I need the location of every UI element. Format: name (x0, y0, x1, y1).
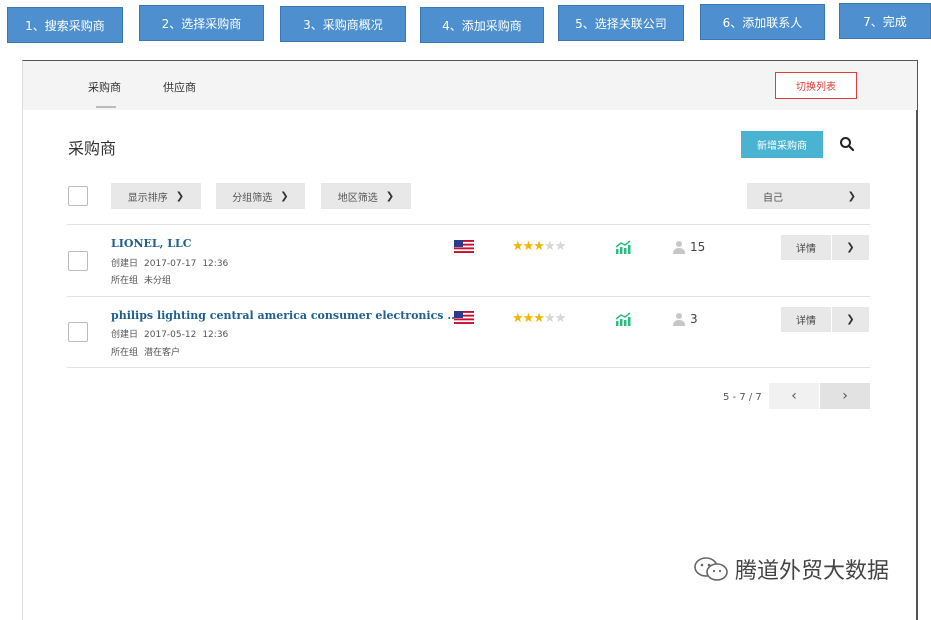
owner-dropdown[interactable]: 自己 ❯ (747, 183, 870, 209)
tab-suppliers[interactable]: 供应商 (163, 79, 196, 95)
owner-dropdown-label: 自己 (763, 192, 783, 204)
next-page-button[interactable]: › (820, 383, 870, 409)
contact-person-icon (673, 241, 685, 254)
contact-count: 3 (690, 312, 698, 326)
chevron-down-icon: ❯ (385, 190, 395, 202)
divider (67, 296, 870, 297)
sort-dropdown-label: 显示排序 (127, 192, 168, 204)
detail-button[interactable]: 详情 (781, 235, 831, 260)
tab-bar: 采购商 供应商 切换列表 (23, 61, 917, 110)
row-checkbox[interactable] (68, 251, 88, 271)
group-value: 未分组 (144, 276, 172, 286)
rating-stars: ★★★★★ (512, 311, 566, 326)
search-icon[interactable] (839, 136, 855, 152)
group-info: 所在组 潜在客户 (111, 345, 180, 358)
created-label: 创建日 (111, 330, 139, 340)
created-time-value: 12:36 (202, 330, 229, 340)
step-6[interactable]: 6、添加联系人 (700, 4, 825, 40)
chevron-left-icon: ‹ (791, 388, 797, 404)
switch-list-button[interactable]: 切换列表 (775, 72, 857, 99)
divider (67, 367, 870, 368)
group-info: 所在组 未分组 (111, 273, 171, 286)
chevron-down-icon: ❯ (847, 190, 856, 202)
company-name-link[interactable]: LIONEL, LLC (111, 237, 192, 250)
group-filter-dropdown[interactable]: 分组筛选 ❯ (216, 183, 305, 209)
group-value: 潜在客户 (144, 348, 181, 358)
step-3[interactable]: 3、采购商概况 (280, 6, 406, 42)
us-flag-icon (454, 311, 474, 324)
group-label: 所在组 (111, 276, 139, 286)
chevron-down-icon: ❯ (280, 190, 289, 202)
watermark-text: 腾道外贸大数据 (735, 559, 890, 584)
pagination-range: 5 - 7 / 7 (723, 392, 762, 403)
step-2[interactable]: 2、选择采购商 (139, 5, 264, 41)
created-time-value: 12:36 (202, 259, 229, 269)
rating-stars: ★★★★★ (512, 239, 566, 254)
row-actions-dropdown[interactable]: ❯ (831, 307, 869, 332)
created-label: 创建日 (111, 259, 139, 269)
created-date: 创建日 2017-07-17 12:36 (111, 256, 228, 269)
trend-icon (615, 312, 631, 326)
row-checkbox[interactable] (68, 322, 88, 342)
step-1[interactable]: 1、搜索采购商 (7, 7, 123, 43)
contact-count: 15 (690, 240, 706, 254)
watermark: 腾道外贸大数据 (693, 553, 889, 585)
region-filter-label: 地区筛选 (337, 192, 378, 204)
region-filter-dropdown[interactable]: 地区筛选 ❯ (321, 183, 411, 209)
wechat-icon (694, 557, 728, 581)
tab-buyers[interactable]: 采购商 (88, 79, 121, 95)
active-tab-indicator (96, 106, 116, 108)
trend-icon (615, 240, 631, 254)
created-date-value: 2017-05-12 (144, 330, 197, 340)
row-actions-dropdown[interactable]: ❯ (831, 235, 869, 260)
detail-button[interactable]: 详情 (781, 307, 831, 332)
page-title: 采购商 (68, 139, 117, 158)
add-buyer-button[interactable]: 新增采购商 (741, 131, 823, 158)
group-label: 所在组 (111, 348, 139, 358)
app-frame: 采购商 供应商 切换列表 采购商 新增采购商 显示排序 ❯ 分组筛选 ❯ 地区筛… (22, 60, 918, 620)
select-all-checkbox[interactable] (68, 186, 88, 206)
step-7[interactable]: 7、完成 (839, 3, 931, 39)
step-4[interactable]: 4、添加采购商 (420, 7, 544, 43)
wizard-steps: 1、搜索采购商 2、选择采购商 3、采购商概况 4、添加采购商 5、选择关联公司… (0, 0, 931, 50)
prev-page-button[interactable]: ‹ (769, 383, 819, 409)
chevron-down-icon: ❯ (846, 242, 855, 253)
chevron-down-icon: ❯ (175, 190, 185, 202)
contact-person-icon (673, 313, 685, 326)
created-date: 创建日 2017-05-12 12:36 (111, 327, 228, 340)
group-filter-label: 分组筛选 (232, 192, 273, 204)
created-date-value: 2017-07-17 (144, 259, 197, 269)
company-name-link[interactable]: philips lighting central america consume… (111, 309, 459, 322)
sort-dropdown[interactable]: 显示排序 ❯ (111, 183, 201, 209)
step-5[interactable]: 5、选择关联公司 (558, 5, 684, 41)
divider (67, 224, 870, 225)
chevron-down-icon: ❯ (846, 314, 855, 325)
us-flag-icon (454, 240, 474, 253)
chevron-right-icon: › (842, 388, 848, 404)
